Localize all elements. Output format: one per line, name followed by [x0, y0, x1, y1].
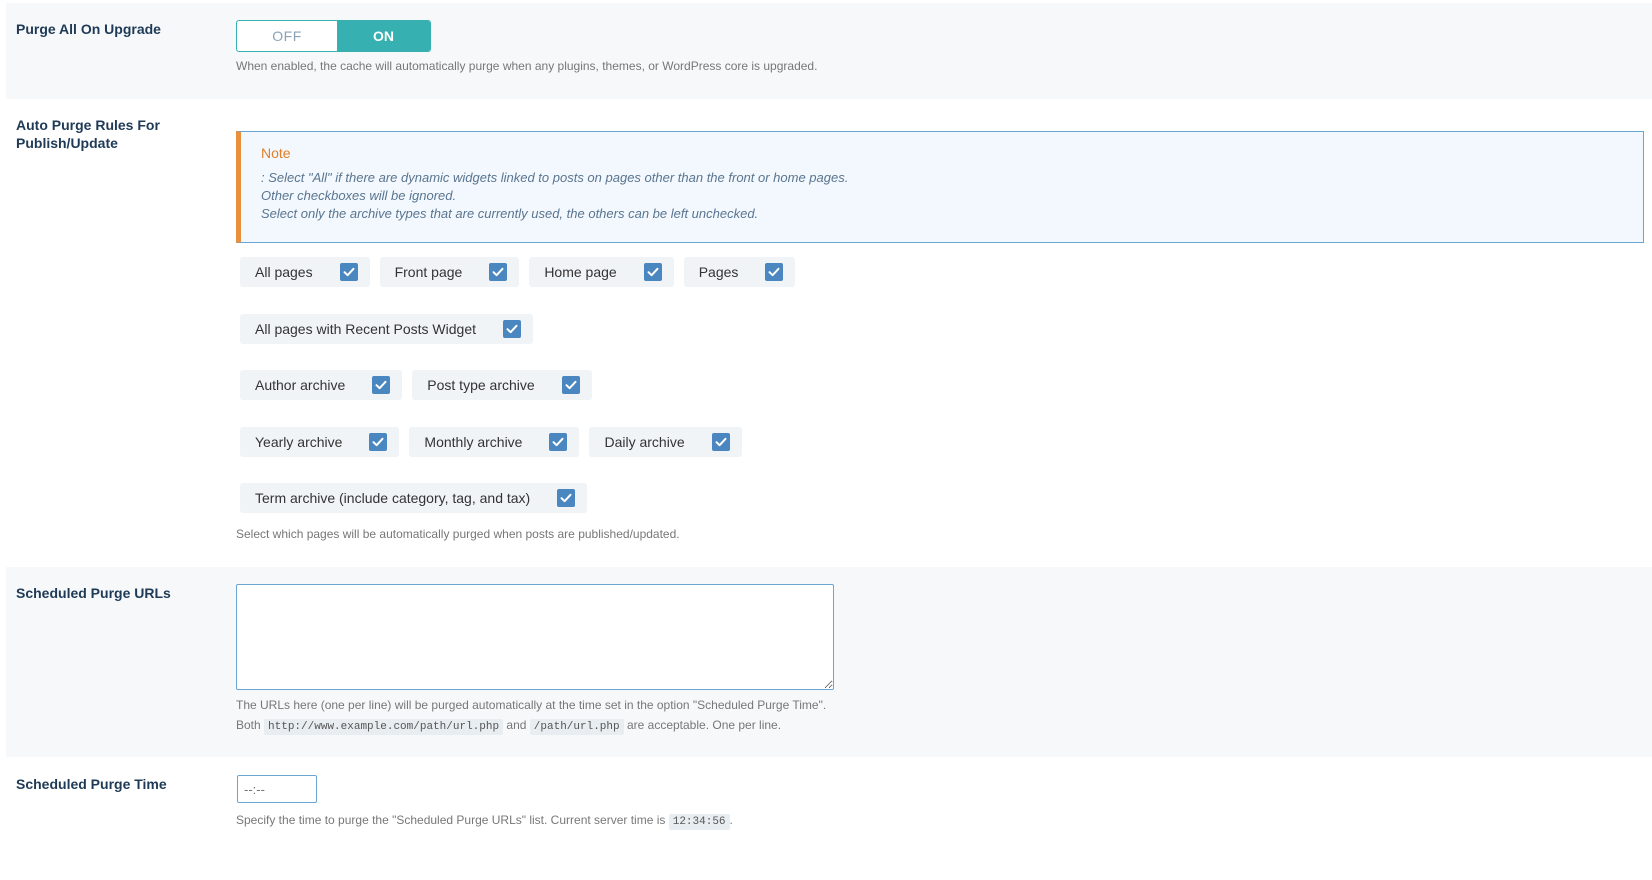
scheduled-urls-textarea[interactable] — [236, 584, 834, 690]
checkmark-icon[interactable] — [557, 489, 576, 507]
scheduled-urls-section: Scheduled Purge URLs The URLs here (one … — [6, 567, 1652, 757]
purge-rule-label: Post type archive — [427, 377, 535, 393]
checkmark-icon[interactable] — [369, 433, 388, 451]
purge-rule-checkbox[interactable]: Daily archive — [589, 427, 742, 457]
desc-both-text: Both — [236, 718, 261, 732]
purge-rule-label: Author archive — [255, 377, 346, 393]
checkbox-row: Author archive Post type archive — [240, 370, 592, 400]
purge-rule-label: Home page — [544, 264, 617, 280]
scheduled-time-section: Scheduled Purge Time Specify the time to… — [6, 757, 1652, 880]
purge-upgrade-label: Purge All On Upgrade — [16, 21, 161, 37]
example-path-url: /path/url.php — [529, 719, 624, 735]
auto-purge-label: Auto Purge Rules For Publish/Update — [16, 117, 160, 151]
checkmark-icon[interactable] — [339, 263, 358, 281]
purge-rule-label: Monthly archive — [424, 434, 523, 450]
scheduled-time-desc-end: . — [729, 813, 733, 827]
purge-rule-label: Pages — [698, 264, 739, 280]
settings-page: Purge All On Upgrade OFF ON When enabled… — [0, 0, 1652, 880]
server-time-value: 12:34:56 — [668, 814, 730, 830]
purge-rule-checkbox[interactable]: Post type archive — [412, 370, 592, 400]
scheduled-urls-desc-line1: The URLs here (one per line) will be pur… — [236, 698, 827, 712]
scheduled-urls-desc-line2: Both http://www.example.com/path/url.php… — [236, 715, 826, 737]
purge-rule-checkbox[interactable]: Monthly archive — [409, 427, 580, 457]
purge-rule-checkbox[interactable]: Yearly archive — [240, 427, 400, 457]
checkmark-icon[interactable] — [372, 376, 391, 394]
checkbox-row: Yearly archive Monthly archive Daily archi… — [240, 427, 742, 457]
checkbox-row: All pages with Recent Posts Widget — [240, 314, 533, 344]
scheduled-time-label: Scheduled Purge Time — [16, 776, 167, 792]
purge-rule-label: Daily archive — [604, 434, 685, 450]
scheduled-time-description: Specify the time to purge the "Scheduled… — [236, 810, 733, 832]
scheduled-urls-label: Scheduled Purge URLs — [16, 585, 171, 601]
checkbox-row: Term archive (include category, tag, and… — [240, 483, 588, 513]
purge-rule-checkbox[interactable]: Home page — [529, 257, 674, 287]
purge-rule-label: Yearly archive — [255, 434, 343, 450]
auto-purge-section: Auto Purge Rules For Publish/Update Note… — [6, 99, 1652, 567]
note-line: Other checkboxes will be ignored. — [261, 188, 457, 203]
purge-rule-checkbox[interactable]: Pages — [683, 257, 796, 287]
checkmark-icon[interactable] — [765, 263, 784, 281]
note-line: Select only the archive types that are c… — [261, 206, 759, 221]
checkmark-icon[interactable] — [561, 376, 580, 394]
purge-upgrade-section: Purge All On Upgrade OFF ON When enabled… — [6, 3, 1652, 99]
auto-purge-note: Note : Select "All" if there are dynamic… — [236, 131, 1644, 243]
purge-upgrade-toggle[interactable]: OFF ON — [236, 20, 431, 52]
example-full-url: http://www.example.com/path/url.php — [264, 719, 504, 735]
checkmark-icon[interactable] — [503, 320, 521, 338]
desc-and-text: and — [506, 718, 527, 732]
note-line: : Select "All" if there are dynamic widg… — [261, 170, 849, 185]
purge-rule-label: All pages — [255, 264, 313, 280]
purge-rule-checkbox[interactable]: Term archive (include category, tag, and… — [240, 483, 588, 513]
purge-rule-checkbox[interactable]: All pages with Recent Posts Widget — [240, 314, 533, 344]
checkmark-icon[interactable] — [643, 263, 662, 281]
checkmark-icon[interactable] — [549, 433, 568, 451]
checkmark-icon[interactable] — [711, 433, 730, 451]
purge-rule-checkbox[interactable]: Front page — [379, 257, 520, 287]
purge-rule-checkbox[interactable]: All pages — [240, 257, 370, 287]
scheduled-time-desc-text: Specify the time to purge the "Scheduled… — [236, 813, 666, 827]
desc-end-text: are acceptable. One per line. — [626, 718, 782, 732]
purge-upgrade-description: When enabled, the cache will automatical… — [236, 59, 818, 73]
auto-purge-description: Select which pages will be automatically… — [236, 527, 680, 541]
purge-rule-label: All pages with Recent Posts Widget — [255, 321, 476, 337]
scheduled-urls-description: The URLs here (one per line) will be pur… — [236, 695, 826, 737]
toggle-off-option[interactable]: OFF — [237, 21, 337, 51]
note-title: Note — [261, 145, 291, 161]
purge-rule-label: Front page — [394, 264, 463, 280]
checkmark-icon[interactable] — [489, 263, 508, 281]
toggle-on-option[interactable]: ON — [337, 21, 430, 51]
scheduled-time-input[interactable] — [237, 775, 317, 803]
purge-rule-checkbox[interactable]: Author archive — [240, 370, 403, 400]
purge-rule-label: Term archive (include category, tag, and… — [255, 490, 531, 506]
checkbox-row: All pages Front page Home page Pages — [240, 257, 796, 287]
